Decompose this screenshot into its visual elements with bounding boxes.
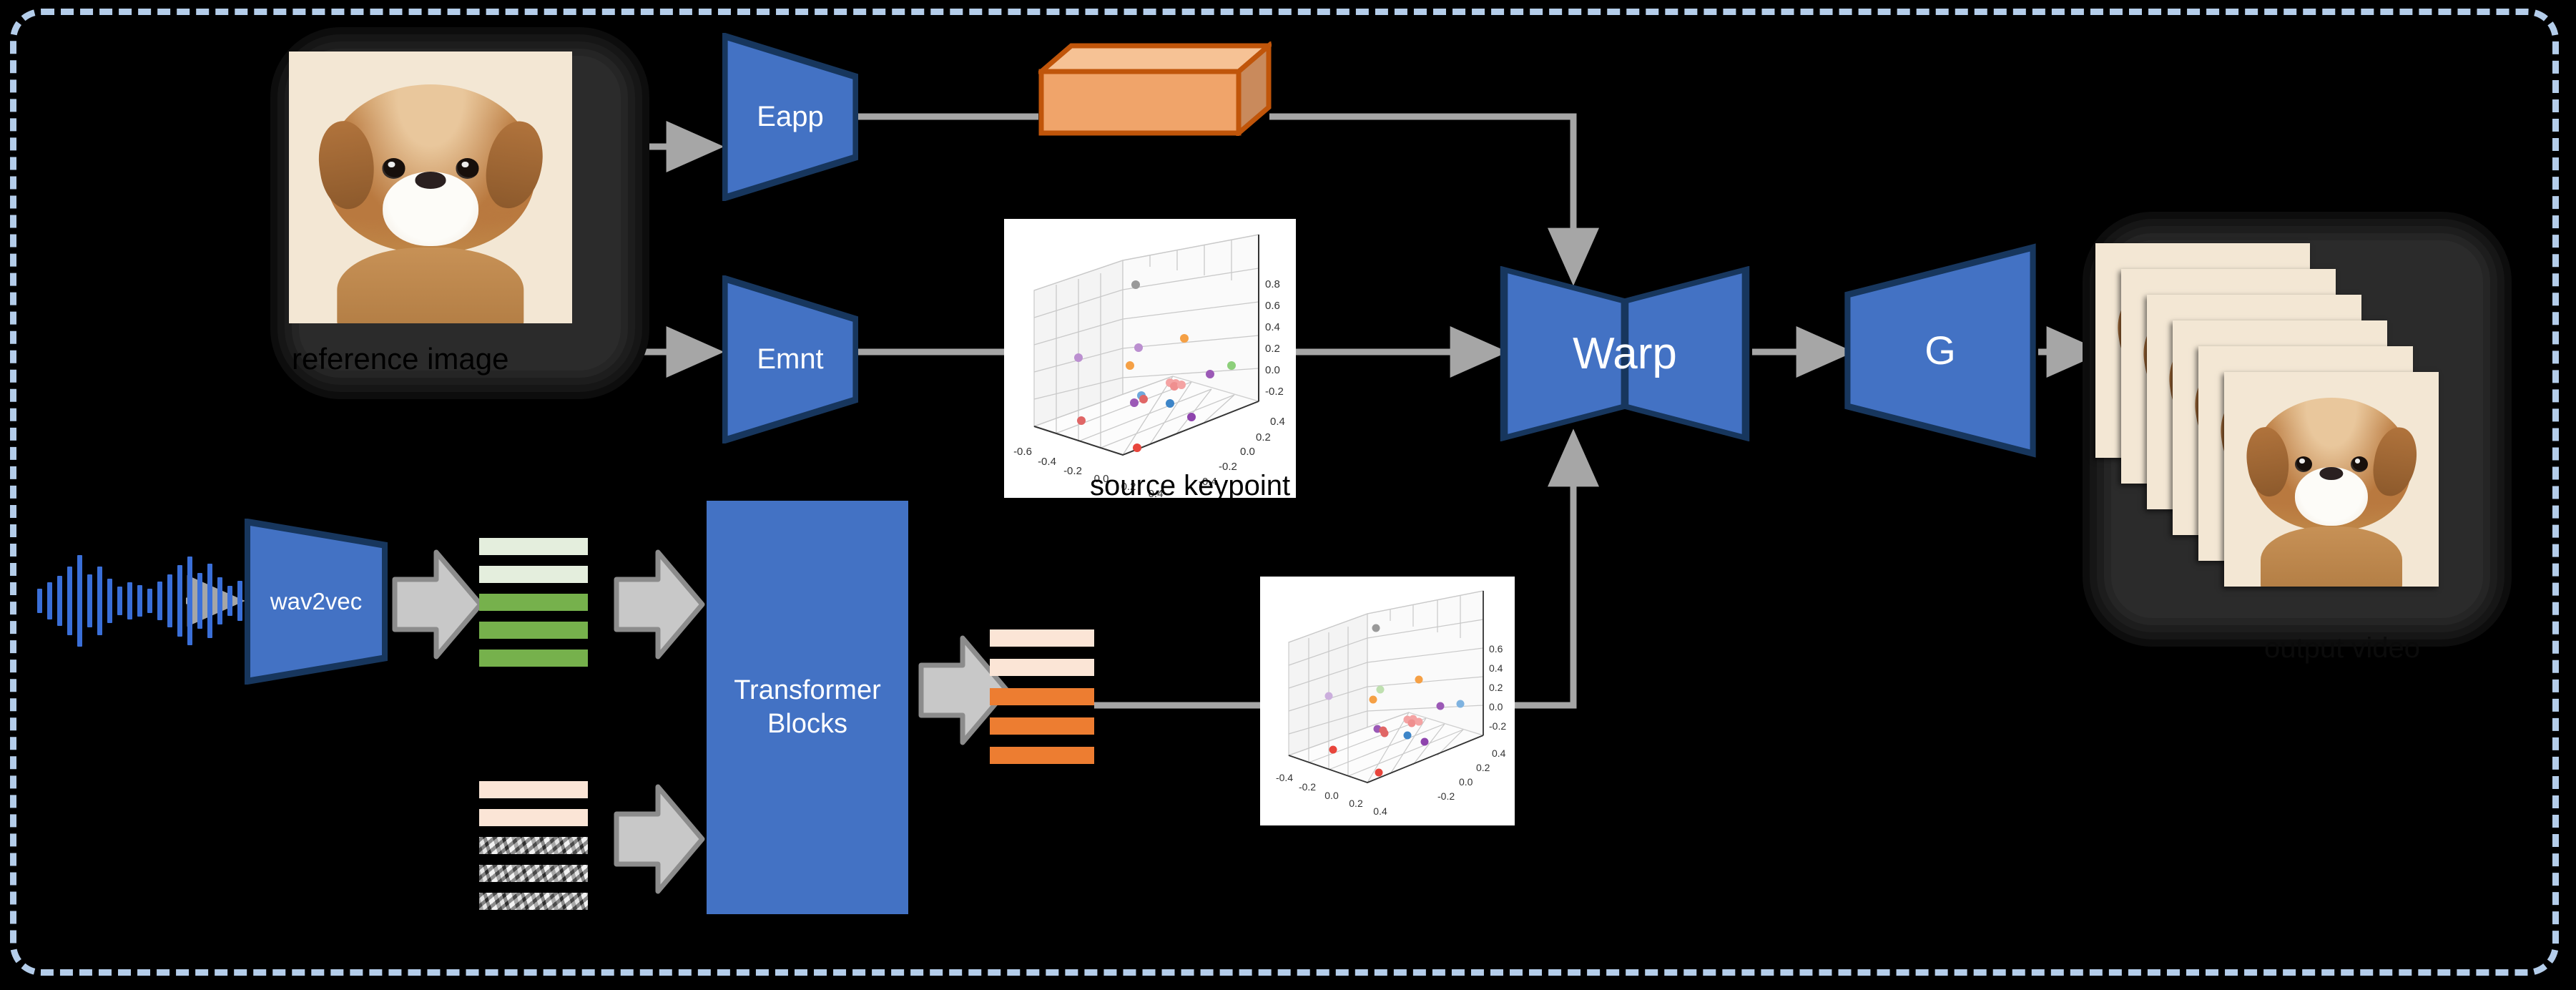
svg-text:0.2: 0.2 — [1256, 431, 1271, 443]
wav2vec-block[interactable]: wav2vec — [245, 519, 388, 685]
svg-text:0.4: 0.4 — [1489, 662, 1503, 674]
waveform-bar — [237, 581, 242, 621]
generator-block[interactable]: G — [1844, 243, 2037, 458]
svg-text:0.6: 0.6 — [1265, 300, 1280, 312]
svg-text:0.8: 0.8 — [1265, 278, 1280, 290]
waveform-bar — [147, 589, 152, 613]
generator-label: G — [1924, 327, 1956, 373]
waveform-bar — [117, 587, 122, 615]
svg-text:0.4: 0.4 — [1492, 748, 1506, 759]
svg-text:0.0: 0.0 — [1459, 776, 1473, 788]
output-video-frame-6 — [2224, 372, 2439, 587]
noise-feature-bars — [479, 781, 588, 910]
svg-text:-0.6: -0.6 — [1013, 446, 1032, 458]
feature-bar — [990, 659, 1094, 676]
waveform-bar — [87, 574, 92, 627]
source-keypoints-caption: source keypoint — [1090, 470, 1290, 498]
output-video-caption: output video — [2264, 632, 2420, 664]
feature-bar — [479, 837, 588, 854]
waveform-bar — [37, 589, 42, 613]
waveform-bar — [217, 577, 222, 624]
svg-text:0.2: 0.2 — [1476, 762, 1490, 773]
transformer-blocks-label: Transformer Blocks — [734, 675, 881, 740]
waveform-bar — [47, 582, 52, 619]
svg-text:-0.2: -0.2 — [1437, 790, 1455, 802]
waveform-bar — [57, 576, 62, 626]
dog-frame — [2224, 372, 2439, 587]
encoder-emnt-block[interactable]: Emnt — [722, 275, 858, 443]
diagram-canvas: reference image Eapp Emnt 0.8 0.6 0.4 0.… — [0, 0, 2576, 990]
waveform-bar — [107, 579, 112, 623]
feature-bar — [479, 893, 588, 910]
feature-bar — [990, 629, 1094, 647]
feature-bar — [479, 622, 588, 639]
waveform-bar — [187, 557, 192, 645]
svg-text:0.2: 0.2 — [1489, 682, 1503, 693]
reference-image-caption: reference image — [292, 342, 509, 376]
audio-feature-bars — [479, 538, 588, 667]
transformer-blocks[interactable]: Transformer Blocks — [707, 501, 908, 914]
svg-text:0.0: 0.0 — [1265, 364, 1280, 376]
encoder-eapp-label: Eapp — [757, 101, 824, 133]
svg-text:0.4: 0.4 — [1373, 805, 1387, 817]
wav2vec-label: wav2vec — [270, 587, 363, 614]
feature-bar — [479, 865, 588, 882]
feature-bar — [479, 538, 588, 555]
dog-photo — [289, 52, 572, 323]
waveform-bar — [127, 582, 132, 619]
driven-keypoints-svg: 0.60.4 0.20.0 -0.2 -0.4 -0.2 0.0 0.2 0.4… — [1276, 590, 1506, 817]
waveform-bar — [97, 567, 102, 635]
feature-bar — [479, 566, 588, 583]
waveform-bar — [177, 565, 182, 637]
svg-text:0.6: 0.6 — [1489, 643, 1503, 655]
waveform-bar — [227, 586, 232, 616]
svg-text:-0.2: -0.2 — [1299, 781, 1316, 793]
output-video-stack — [2095, 243, 2496, 644]
svg-text:0.2: 0.2 — [1349, 798, 1363, 809]
warp-label: Warp — [1573, 328, 1677, 378]
driven-keypoints-plot: 0.6 0.4 0.2 0.0 -0.2 -0.4 -0.2 0.0 0.2 0.4… — [1260, 577, 1515, 825]
feature-bar — [990, 717, 1094, 735]
waveform-bar — [67, 567, 72, 635]
motion-feature-bars — [990, 629, 1094, 764]
svg-text:0.0: 0.0 — [1324, 790, 1339, 801]
feature-bar — [479, 594, 588, 611]
waveform-bar — [157, 582, 162, 620]
encoder-emnt-label: Emnt — [757, 343, 824, 376]
encoder-eapp-block[interactable]: Eapp — [722, 33, 858, 201]
svg-text:-0.2: -0.2 — [1489, 720, 1506, 732]
feature-bar — [990, 747, 1094, 764]
audio-waveform — [37, 551, 252, 651]
waveform-bar — [137, 585, 142, 617]
feature-bar — [479, 781, 588, 798]
warp-block[interactable]: Warp — [1499, 266, 1751, 441]
svg-text:-0.2: -0.2 — [1265, 386, 1284, 398]
cuboid-shape — [1034, 40, 1276, 139]
svg-text:0.0: 0.0 — [1489, 701, 1503, 712]
svg-text:0.2: 0.2 — [1265, 343, 1280, 355]
source-keypoints-svg: 0.8 0.6 0.4 0.2 0.0 -0.2 -0.6 -0.4 -0.2 0.0… — [1013, 234, 1290, 498]
feature-bar — [990, 688, 1094, 705]
svg-text:0.4: 0.4 — [1265, 321, 1280, 333]
svg-text:-0.4: -0.4 — [1038, 456, 1056, 468]
waveform-bar — [207, 564, 212, 638]
svg-text:-0.2: -0.2 — [1063, 465, 1082, 477]
feature-bar — [479, 650, 588, 667]
waveform-bar — [167, 574, 172, 627]
appearance-volume-block[interactable] — [1034, 40, 1276, 139]
waveform-bar — [197, 573, 202, 629]
reference-image — [289, 52, 572, 323]
source-keypoints-plot: 0.8 0.6 0.4 0.2 0.0 -0.2 -0.6 -0.4 -0.2 0.0… — [1004, 219, 1296, 498]
svg-text:0.0: 0.0 — [1240, 446, 1255, 458]
waveform-bar — [77, 555, 82, 647]
svg-text:-0.4: -0.4 — [1276, 772, 1293, 783]
svg-text:0.4: 0.4 — [1270, 416, 1285, 428]
feature-bar — [479, 809, 588, 826]
